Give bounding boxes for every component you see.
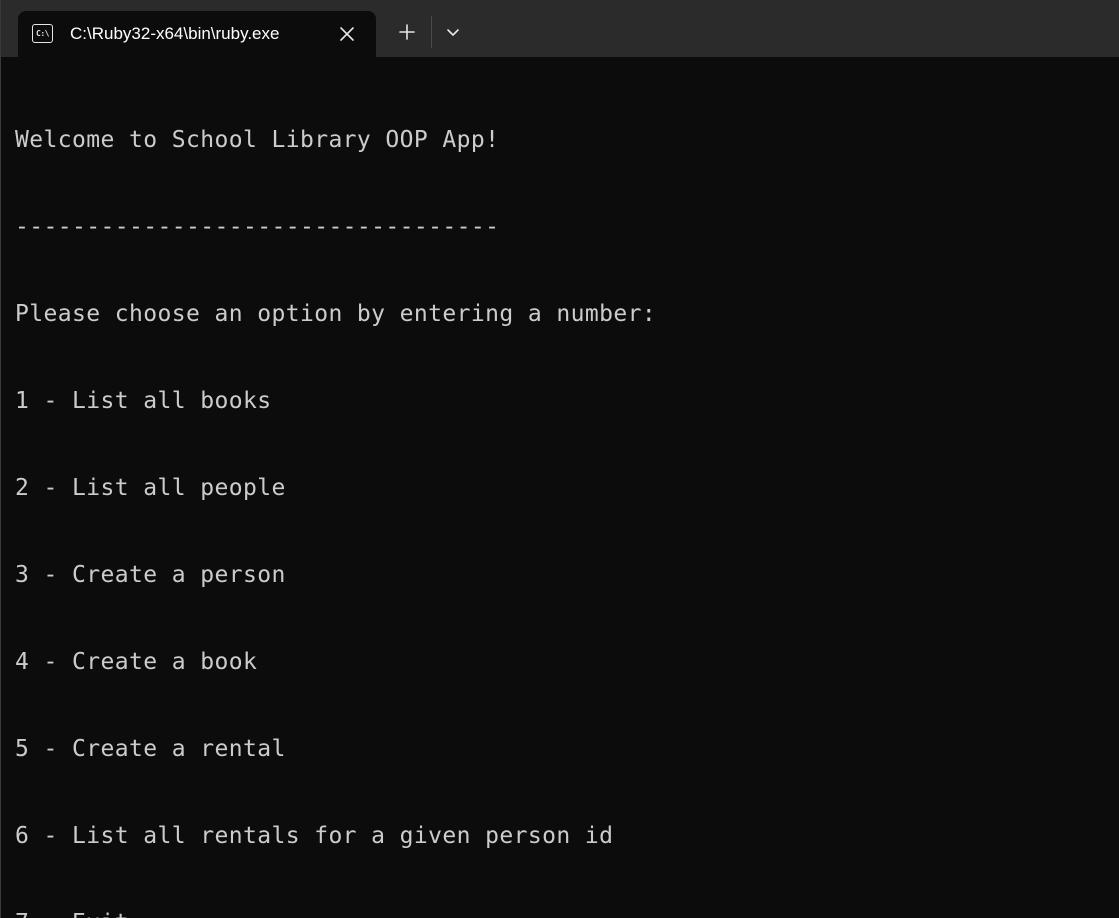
terminal-icon: C:\	[32, 24, 53, 43]
terminal-window: C:\ C:\Ruby32-x64\bin\ruby.exe Welcome t…	[0, 0, 1119, 918]
menu-option-7: 7 - Exit	[15, 909, 1105, 918]
title-bar: C:\ C:\Ruby32-x64\bin\ruby.exe	[1, 0, 1119, 57]
plus-icon[interactable]	[391, 16, 423, 48]
menu-option-5: 5 - Create a rental	[15, 736, 286, 762]
welcome-line: Welcome to School Library OOP App!	[15, 127, 500, 153]
tab-title: C:\Ruby32-x64\bin\ruby.exe	[70, 24, 280, 43]
menu-option-2: 2 - List all people	[15, 475, 286, 501]
menu-option-3: 3 - Create a person	[15, 562, 286, 588]
menu-option-4: 4 - Create a book	[15, 649, 258, 675]
chevron-down-icon[interactable]	[437, 16, 469, 48]
menu-option-6: 6 - List all rentals for a given person …	[15, 823, 614, 849]
console-output[interactable]: Welcome to School Library OOP App! -----…	[15, 68, 1105, 918]
tab-separator	[431, 16, 432, 48]
menu-option-1: 1 - List all books	[15, 388, 272, 414]
prompt-line: Please choose an option by entering a nu…	[15, 301, 657, 327]
divider-line: ----------------------------------	[15, 214, 500, 240]
terminal-icon-label: C:\	[36, 29, 49, 38]
tab-ruby-exe[interactable]: C:\ C:\Ruby32-x64\bin\ruby.exe	[18, 11, 376, 57]
close-icon[interactable]	[336, 23, 358, 45]
